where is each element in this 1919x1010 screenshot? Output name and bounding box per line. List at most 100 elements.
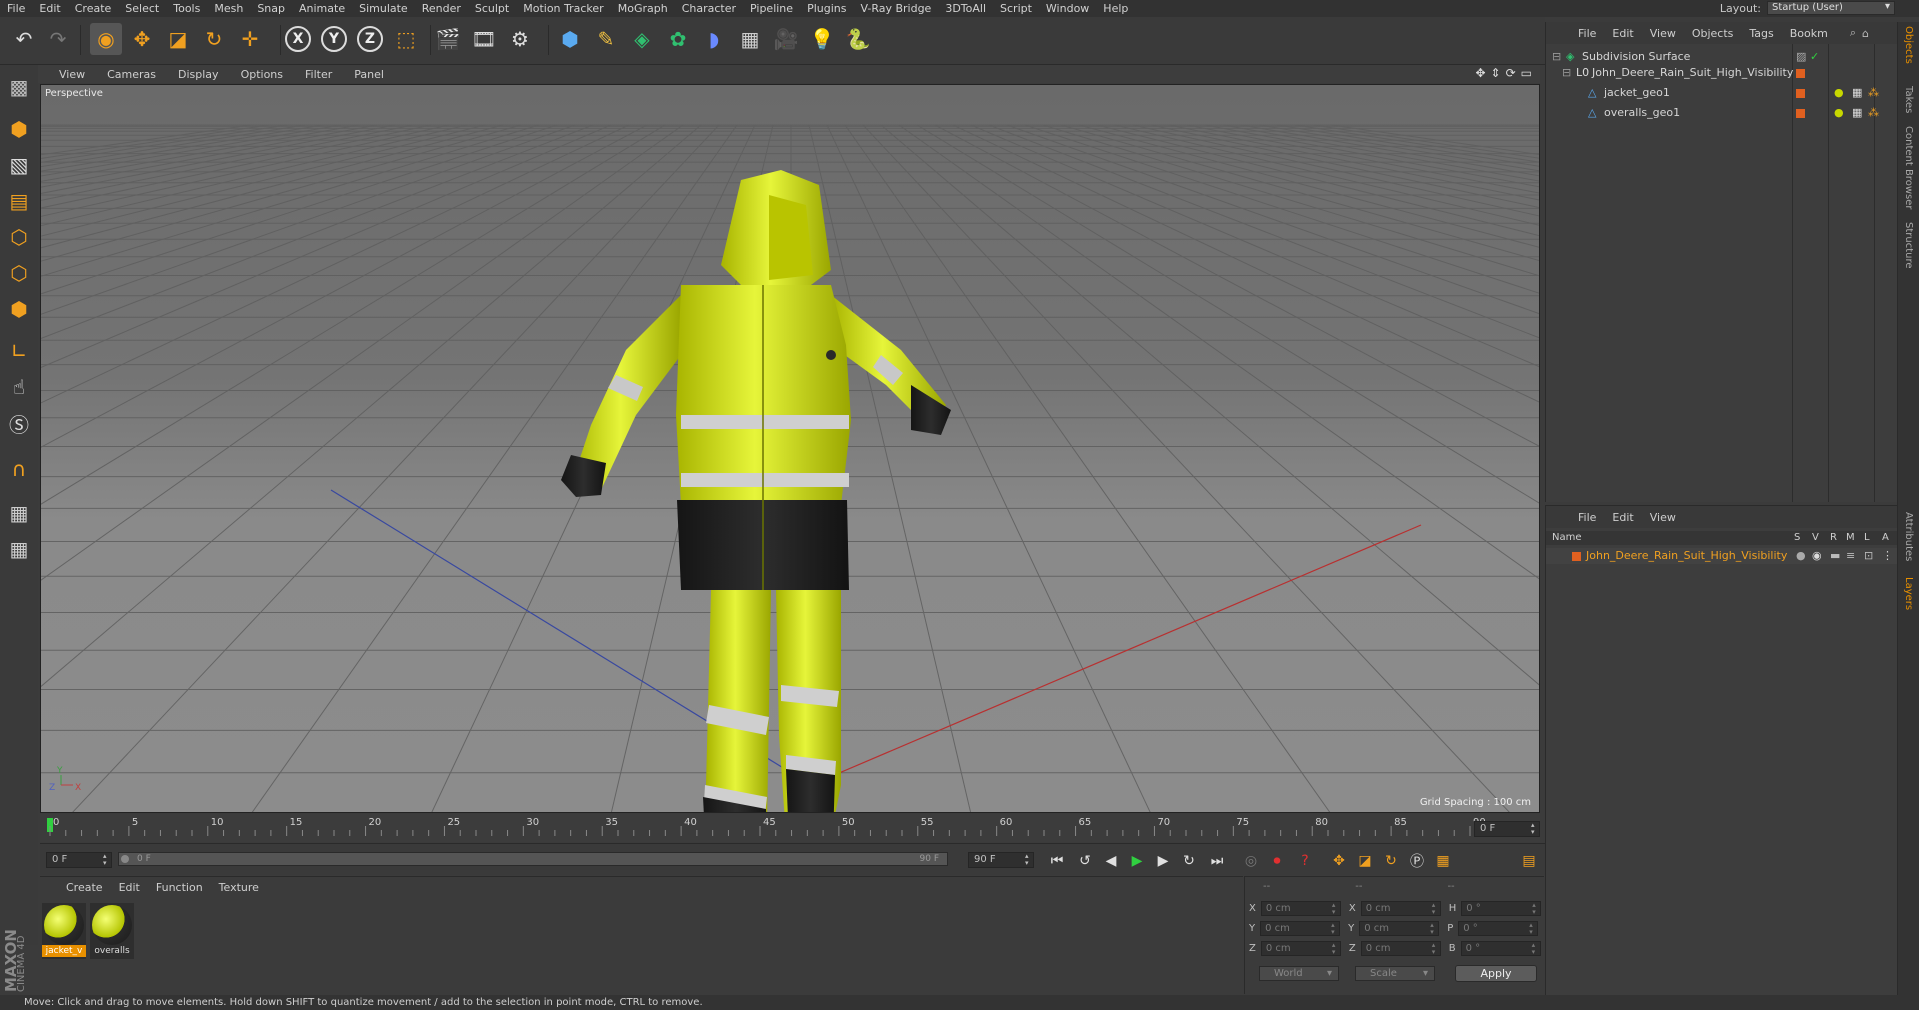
size-mode-dropdown[interactable]: Scale <box>1355 966 1435 981</box>
viewport-zoom-icon[interactable]: ⇕ <box>1491 66 1501 80</box>
timeline-window-icon[interactable]: ▤ <box>1518 850 1540 872</box>
redo-icon[interactable]: ↷ <box>42 23 74 55</box>
menu-vray-bridge[interactable]: V-Ray Bridge <box>853 2 938 15</box>
make-editable-icon[interactable]: ▩ <box>3 71 35 103</box>
tab-content-browser[interactable]: Content Browser <box>1903 126 1914 209</box>
render-settings-icon[interactable]: ⚙ <box>504 23 536 55</box>
size-x-field[interactable]: 0 cm <box>1360 901 1441 916</box>
lock-icon[interactable]: ⊡ <box>1864 548 1873 564</box>
menu-simulate[interactable]: Simulate <box>352 2 415 15</box>
menu-file[interactable]: File <box>0 2 32 15</box>
tab-attributes[interactable]: Attributes <box>1903 512 1914 561</box>
tweak-mode-icon[interactable]: ☝ <box>3 371 35 403</box>
animation-icon[interactable]: ⋮ <box>1882 548 1893 564</box>
menu-animate[interactable]: Animate <box>292 2 352 15</box>
layer-color-icon[interactable] <box>1796 109 1805 118</box>
menu-pipeline[interactable]: Pipeline <box>743 2 800 15</box>
rain-suit-model[interactable] <box>561 170 951 813</box>
material-menu-edit[interactable]: Edit <box>111 881 148 894</box>
goto-end-icon[interactable]: ⏭ <box>1206 850 1228 872</box>
goto-start-icon[interactable]: ⏮ <box>1046 850 1068 872</box>
deformer-icon[interactable]: ◗ <box>698 23 730 55</box>
layers-menu-edit[interactable]: Edit <box>1604 511 1641 524</box>
rotation-b-field[interactable]: 0 ° <box>1460 941 1541 956</box>
menu-plugins[interactable]: Plugins <box>800 2 853 15</box>
material-menu-create[interactable]: Create <box>58 881 111 894</box>
play-icon[interactable]: ▶ <box>1126 850 1148 872</box>
layer-color-icon[interactable] <box>1796 89 1805 98</box>
uvw-tag-icon[interactable]: ▦ <box>1852 84 1862 102</box>
menu-edit[interactable]: Edit <box>32 2 67 15</box>
phong-tag-icon[interactable]: ⁂ <box>1868 104 1879 122</box>
objects-menu-view[interactable]: View <box>1642 27 1684 40</box>
live-selection-icon[interactable]: ◉ <box>90 23 122 55</box>
render-icon[interactable]: ▬ <box>1830 548 1840 564</box>
layout-dropdown[interactable]: Startup (User) <box>1767 1 1895 15</box>
position-x-field[interactable]: 0 cm <box>1260 901 1341 916</box>
objects-menu-edit[interactable]: Edit <box>1604 27 1641 40</box>
menu-sculpt[interactable]: Sculpt <box>468 2 516 15</box>
autokey-icon[interactable]: ? <box>1294 850 1316 872</box>
menu-tools[interactable]: Tools <box>166 2 207 15</box>
rotation-p-field[interactable]: 0 ° <box>1458 921 1539 936</box>
viewport-toggle-icon[interactable]: ▭ <box>1521 66 1532 80</box>
viewport-menu-view[interactable]: View <box>48 68 96 81</box>
solo-icon[interactable]: ● <box>1796 548 1806 564</box>
start-frame-field[interactable]: 0 F <box>46 852 112 868</box>
search-icon[interactable]: ⌕ <box>1850 26 1856 40</box>
menu-character[interactable]: Character <box>675 2 743 15</box>
layer-row[interactable]: John_Deere_Rain_Suit_High_Visibility ● ◉… <box>1546 548 1898 564</box>
uvw-tag-icon[interactable]: ▦ <box>1852 104 1862 122</box>
texture-mode-icon[interactable]: ▧ <box>3 149 35 181</box>
menu-create[interactable]: Create <box>68 2 119 15</box>
symmetry-icon[interactable]: ▦ <box>3 533 35 565</box>
move-tool-icon[interactable]: ✥ <box>126 23 158 55</box>
size-y-field[interactable]: 0 cm <box>1359 921 1440 936</box>
scale-tool-icon[interactable]: ◪ <box>162 23 194 55</box>
tab-structure[interactable]: Structure <box>1903 222 1914 269</box>
object-row[interactable]: △ jacket_geo1 ● ▦ ⁂ <box>1546 84 1898 102</box>
prev-frame-icon[interactable]: ◀ <box>1100 850 1122 872</box>
objects-menu-objects[interactable]: Objects <box>1684 27 1742 40</box>
key-rotation-icon[interactable]: ↻ <box>1380 850 1402 872</box>
menu-mesh[interactable]: Mesh <box>207 2 250 15</box>
tab-takes[interactable]: Takes <box>1903 86 1914 113</box>
grid-lock-icon[interactable]: ▦ <box>3 497 35 529</box>
x-axis-lock-button[interactable]: X <box>282 23 314 55</box>
position-z-field[interactable]: 0 cm <box>1260 941 1341 956</box>
cloner-icon[interactable]: ✿ <box>662 23 694 55</box>
axis-mode-icon[interactable]: ∟ <box>3 335 35 367</box>
snap-icon[interactable]: Ⓢ <box>3 407 35 439</box>
viewport-rotate-icon[interactable]: ⟳ <box>1506 66 1516 80</box>
material-menu-texture[interactable]: Texture <box>211 881 267 894</box>
timeline-ruler[interactable]: 051015202530354045505560657075808590 <box>40 814 1540 842</box>
tab-objects[interactable]: Objects <box>1903 26 1914 64</box>
material-swatch[interactable]: jacket_v <box>42 903 86 959</box>
objects-menu-tags[interactable]: Tags <box>1741 27 1781 40</box>
layer-color-icon[interactable] <box>1796 69 1805 78</box>
subdivision-surface-icon[interactable]: ◈ <box>626 23 658 55</box>
camera-icon[interactable]: 🎥 <box>770 23 802 55</box>
layers-menu-view[interactable]: View <box>1642 511 1684 524</box>
material-swatch[interactable]: overalls <box>90 903 134 959</box>
current-frame-field[interactable]: 0 F <box>1474 821 1540 837</box>
phong-tag-icon[interactable]: ⁂ <box>1868 84 1879 102</box>
last-tool-icon[interactable]: ✛ <box>234 23 266 55</box>
render-picture-viewer-icon[interactable]: 🎞 <box>468 23 500 55</box>
objects-menu-bookmarks[interactable]: Bookm <box>1782 27 1836 40</box>
polygons-mode-icon[interactable]: ⬢ <box>3 293 35 325</box>
menu-script[interactable]: Script <box>993 2 1039 15</box>
render-view-icon[interactable]: 🎬 <box>432 23 464 55</box>
frame-range-slider[interactable]: 0 F 90 F <box>118 852 948 866</box>
spline-pen-icon[interactable]: ✎ <box>590 23 622 55</box>
menu-select[interactable]: Select <box>118 2 166 15</box>
menu-motion-tracker[interactable]: Motion Tracker <box>516 2 610 15</box>
key-position-icon[interactable]: ✥ <box>1328 850 1350 872</box>
floor-icon[interactable]: ▦ <box>734 23 766 55</box>
keyframe-selection-icon[interactable]: ◎ <box>1240 850 1262 872</box>
menu-mograph[interactable]: MoGraph <box>611 2 675 15</box>
layer-color-icon[interactable] <box>1572 552 1581 561</box>
viewport-menu-display[interactable]: Display <box>167 68 230 81</box>
manager-icon[interactable]: ≡ <box>1846 548 1855 564</box>
points-mode-icon[interactable]: ⬡ <box>3 221 35 253</box>
